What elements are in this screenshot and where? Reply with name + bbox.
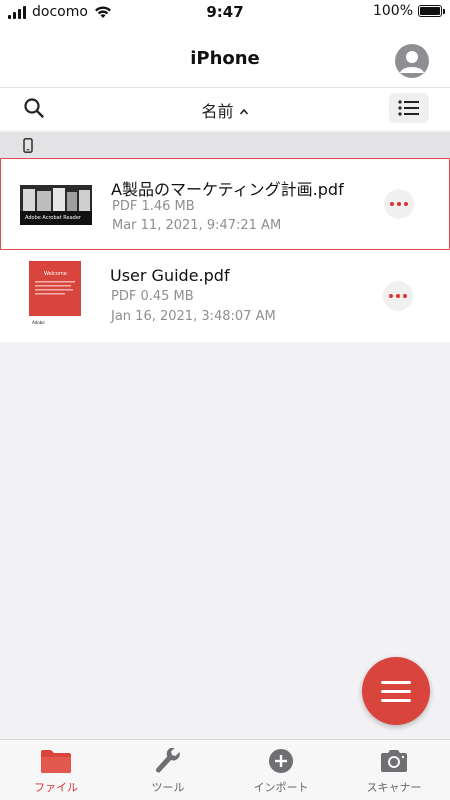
tab-label: ファイル xyxy=(34,781,78,794)
tab-scanner[interactable]: スキャナー xyxy=(338,740,450,800)
phone-icon xyxy=(23,138,33,153)
list-icon xyxy=(398,100,419,116)
file-thumbnail: Adobe Acrobat Reader xyxy=(20,185,92,225)
more-options-button[interactable] xyxy=(384,189,414,219)
tab-label: ツール xyxy=(151,781,185,794)
sort-button[interactable]: 名前 xyxy=(0,98,450,122)
tab-label: スキャナー xyxy=(366,781,422,794)
file-type-size: PDF 1.46 MB xyxy=(112,199,195,214)
more-options-button[interactable] xyxy=(383,281,413,311)
section-header-device xyxy=(0,132,450,158)
tab-import[interactable]: インポート xyxy=(225,740,337,800)
file-name: User Guide.pdf xyxy=(110,266,230,285)
thumbnail-caption: Adobe Acrobat Reader xyxy=(25,215,82,221)
thumbnail-footer: Adobe xyxy=(32,320,45,325)
user-icon xyxy=(400,51,424,73)
avatar[interactable] xyxy=(395,44,429,78)
file-date: Mar 11, 2021, 9:47:21 AM xyxy=(112,218,282,233)
tab-tools[interactable]: ツール xyxy=(112,740,224,800)
file-thumbnail: Welcome Adobe xyxy=(29,261,81,329)
hamburger-icon xyxy=(381,680,411,684)
file-list: Adobe Acrobat Reader A製品のマーケティング計画.pdf P… xyxy=(0,158,450,342)
chevron-up-icon xyxy=(239,108,248,115)
list-view-button[interactable] xyxy=(389,93,429,123)
file-row[interactable]: Adobe Acrobat Reader A製品のマーケティング計画.pdf P… xyxy=(0,158,450,250)
toolbar: 名前 xyxy=(0,88,450,130)
status-right: 100% xyxy=(372,3,445,19)
file-date: Jan 16, 2021, 3:48:07 AM xyxy=(111,309,276,324)
sort-label: 名前 xyxy=(201,102,234,121)
thumbnail-heading: Welcome xyxy=(44,271,67,277)
camera-icon xyxy=(381,750,407,772)
page-title: iPhone xyxy=(190,48,260,69)
file-type-size: PDF 0.45 MB xyxy=(111,289,194,304)
tab-label: インポート xyxy=(253,781,309,794)
nav-bar: iPhone xyxy=(0,24,450,88)
plus-circle-icon xyxy=(269,749,293,773)
menu-fab-button[interactable] xyxy=(362,657,430,725)
folder-icon xyxy=(41,750,71,773)
file-name: A製品のマーケティング計画.pdf xyxy=(111,180,344,199)
tab-files[interactable]: ファイル xyxy=(0,740,112,800)
battery-icon xyxy=(418,5,445,17)
status-bar: docomo 9:47 100% xyxy=(0,0,450,24)
tab-bar: ファイル ツール インポート スキャナー xyxy=(0,739,450,800)
wrench-icon xyxy=(156,748,180,773)
file-row[interactable]: Welcome Adobe User Guide.pdf PDF 0.45 MB… xyxy=(0,250,450,342)
battery-percent: 100% xyxy=(372,3,413,19)
